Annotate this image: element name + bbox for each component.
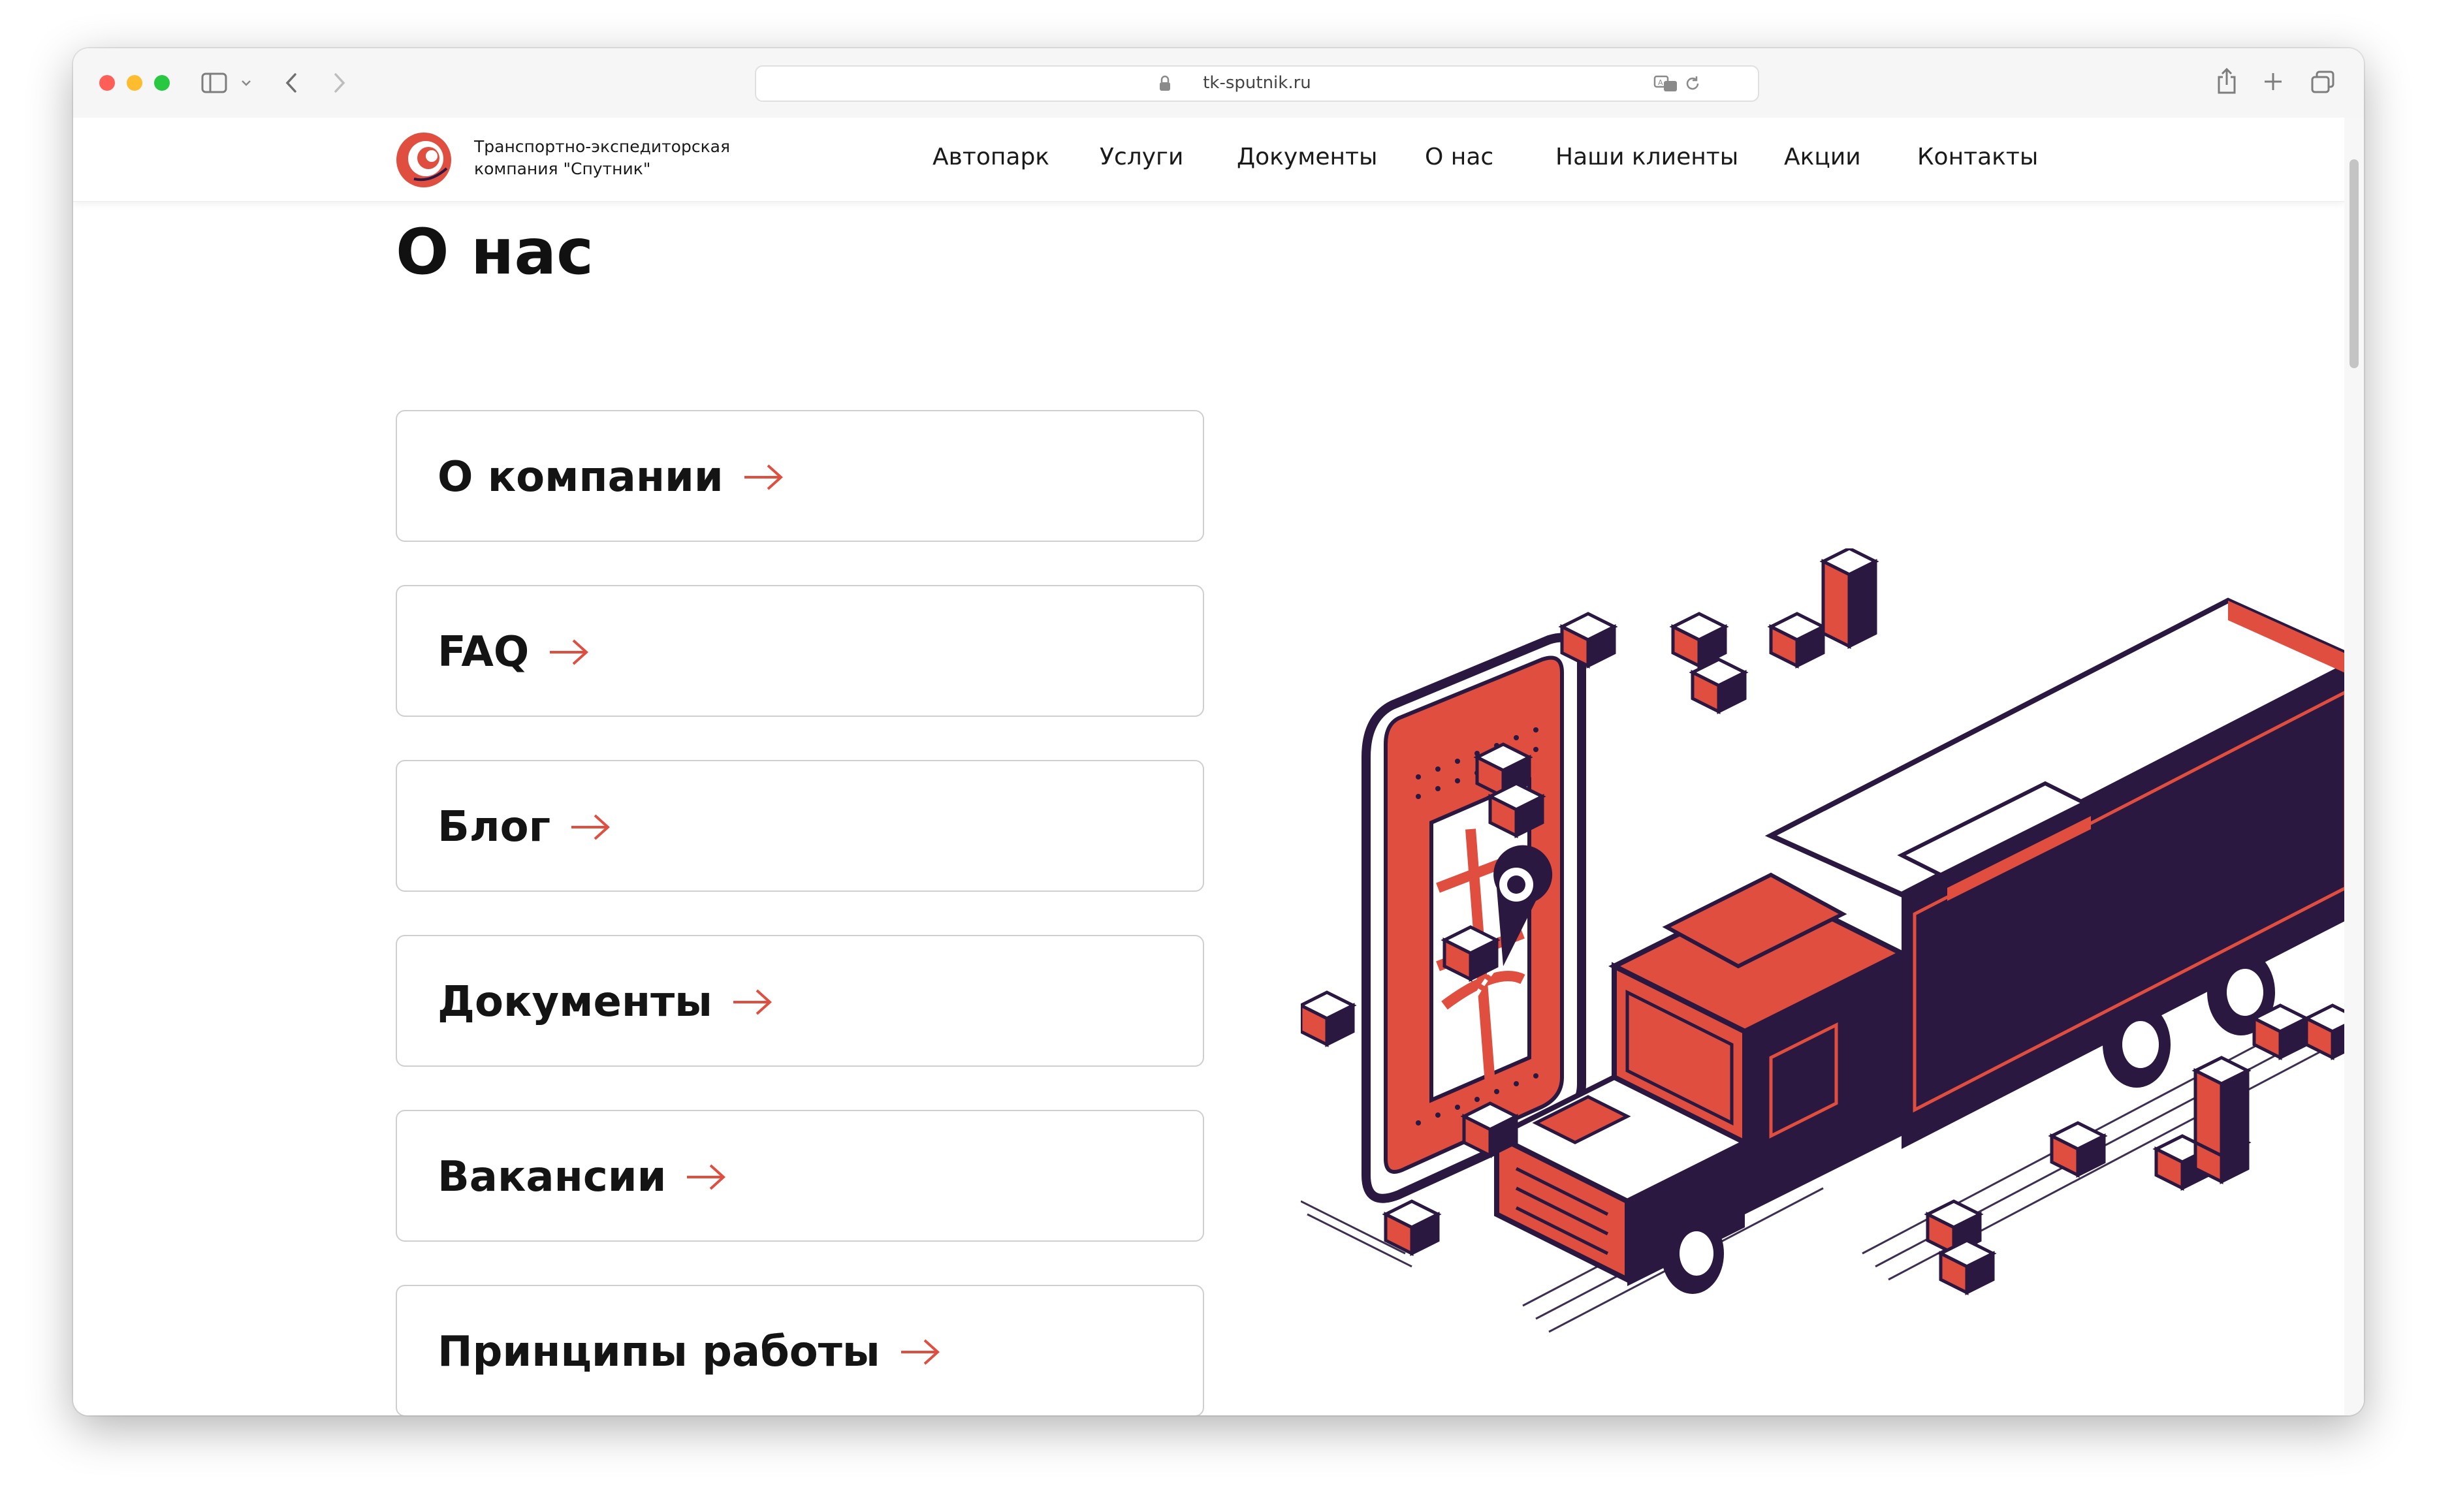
card-label: О компании [438, 453, 784, 501]
sidebar-icon[interactable] [201, 72, 227, 94]
company-name[interactable]: Транспортно-экспедиторская компания "Спу… [474, 136, 730, 180]
card-vakansii[interactable]: Вакансии [396, 1110, 1204, 1242]
arrow-right-icon [744, 464, 783, 490]
arrow-right-icon [550, 639, 589, 665]
card-label-text: Документы [438, 978, 713, 1026]
nav-item-o-nas[interactable]: О нас [1425, 144, 1493, 170]
company-name-line2: компания "Спутник" [474, 159, 651, 178]
nav-item-kontakty[interactable]: Контакты [1917, 144, 2038, 170]
delivery-truck-illustration [1301, 548, 2344, 1333]
zoom-window-button[interactable] [154, 75, 170, 91]
nav-item-uslugi[interactable]: Услуги [1100, 144, 1183, 170]
reload-icon[interactable] [1683, 74, 1702, 93]
card-o-kompanii[interactable]: О компании [396, 410, 1204, 542]
translate-icon[interactable]: A [1653, 74, 1680, 93]
scrollbar-thumb[interactable] [2349, 159, 2359, 368]
svg-text:A: A [1658, 78, 1663, 87]
card-label-text: О компании [438, 453, 724, 501]
browser-window: tk-sputnik.ru A Транспортно-экспедиторск… [73, 48, 2364, 1415]
arrow-right-icon [571, 814, 611, 840]
chevron-down-icon[interactable] [240, 78, 252, 87]
truck-icon [1491, 597, 2344, 1294]
arrow-right-icon [687, 1164, 726, 1190]
nav-item-aktsii[interactable]: Акции [1784, 144, 1861, 170]
page-viewport: Транспортно-экспедиторская компания "Спу… [73, 118, 2344, 1415]
site-header: Транспортно-экспедиторская компания "Спу… [73, 118, 2344, 202]
nav-item-avtopark[interactable]: Автопарк [932, 144, 1049, 170]
vertical-scrollbar[interactable] [2344, 118, 2364, 1415]
close-window-button[interactable] [99, 75, 115, 91]
back-icon[interactable] [283, 72, 300, 94]
card-label: Вакансии [438, 1153, 726, 1201]
card-label-text: Вакансии [438, 1153, 667, 1201]
card-dokumenty[interactable]: Документы [396, 935, 1204, 1067]
card-printsipy-raboty[interactable]: Принципы работы [396, 1285, 1204, 1415]
new-tab-icon[interactable] [2262, 71, 2284, 93]
card-label: Документы [438, 978, 773, 1026]
share-icon[interactable] [2215, 67, 2238, 95]
card-label: FAQ [438, 628, 589, 676]
company-logo-icon[interactable] [394, 131, 453, 189]
card-label-text: FAQ [438, 628, 530, 676]
forward-icon[interactable] [330, 72, 347, 94]
company-name-line1: Транспортно-экспедиторская [474, 137, 731, 156]
browser-toolbar: tk-sputnik.ru A [73, 48, 2364, 119]
tabs-overview-icon[interactable] [2310, 71, 2335, 94]
page-title: О нас [396, 215, 594, 289]
arrow-right-icon [900, 1339, 940, 1365]
card-label: Принципы работы [438, 1328, 940, 1376]
address-bar[interactable]: tk-sputnik.ru A [755, 65, 1759, 102]
card-faq[interactable]: FAQ [396, 585, 1204, 717]
arrow-right-icon [733, 989, 773, 1015]
card-label-text: Принципы работы [438, 1328, 880, 1376]
address-url: tk-sputnik.ru [1203, 73, 1311, 93]
nav-item-dokumenty[interactable]: Документы [1237, 144, 1377, 170]
minimize-window-button[interactable] [127, 75, 142, 91]
card-label: Блог [438, 803, 611, 851]
card-label-text: Блог [438, 803, 551, 851]
nav-item-nashi-klienty[interactable]: Наши клиенты [1555, 144, 1738, 170]
card-blog[interactable]: Блог [396, 760, 1204, 892]
